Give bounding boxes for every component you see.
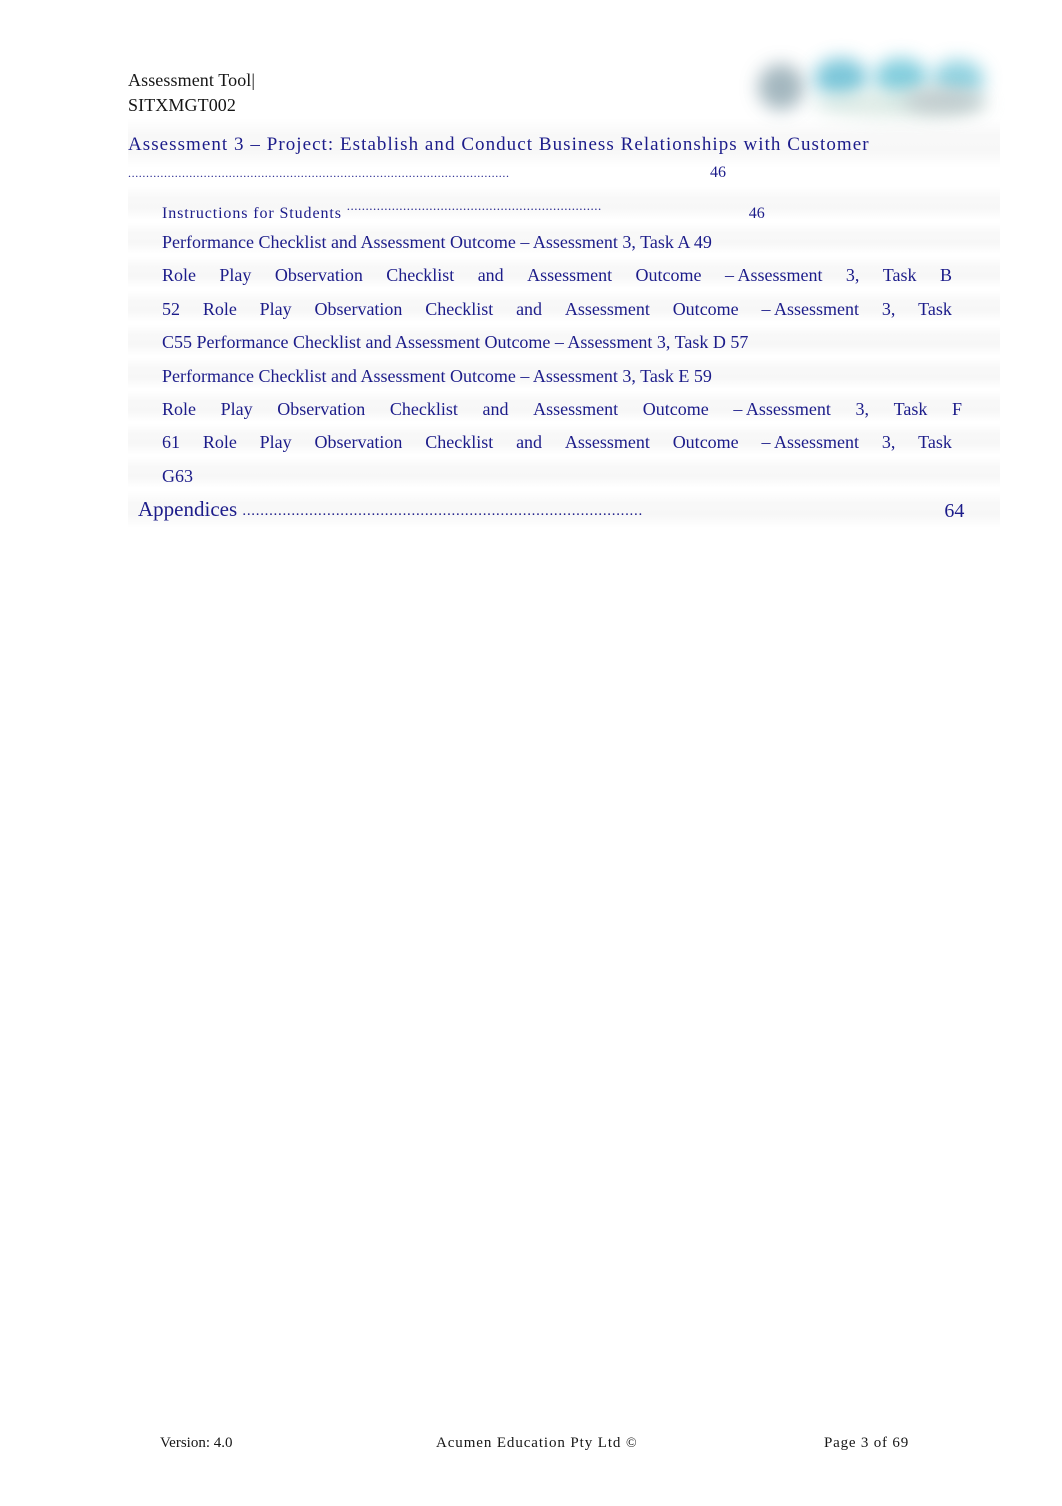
- toc-text-line: Performance Checklist and Assessment Out…: [162, 232, 712, 252]
- document-header: Assessment Tool| SITXMGT002: [128, 68, 688, 118]
- toc-text-segment: Task: [918, 432, 952, 453]
- toc-text-segment: – Assessment: [761, 432, 859, 453]
- leader-dots: ........................................…: [346, 198, 602, 213]
- toc-text-segment: 52: [162, 298, 180, 319]
- toc-text-line: 61 Role Play Observation Checklist and Assessm…: [162, 426, 952, 459]
- toc-text-segment: Role: [162, 265, 196, 286]
- toc-entry-block: Performance Checklist and Assessment Out…: [162, 226, 962, 493]
- toc-text-segment: Task: [882, 265, 917, 286]
- toc-text-segment: Outcome: [672, 298, 739, 319]
- toc-entry-heading-1-leader-row: ........................................…: [128, 162, 1008, 184]
- toc-text-segment: Observation: [277, 398, 366, 419]
- toc-entry-heading-1-title[interactable]: Assessment 3 – Project: Establish and Co…: [128, 132, 1008, 158]
- toc-page-number: 46: [710, 164, 726, 181]
- toc-text-line: G63: [162, 465, 193, 486]
- header-title-line: Assessment Tool|: [128, 70, 256, 90]
- toc-text-segment: Assessment: [527, 265, 613, 286]
- toc-text-segment: 3,: [855, 398, 870, 419]
- toc-text-segment: – Assessment: [724, 265, 823, 286]
- footer-page-number: Page 3 of 69: [824, 1435, 910, 1451]
- toc-text-segment: Task: [893, 398, 928, 419]
- toc-text-line: Role Play Observation Checklist and Assessmen…: [162, 259, 952, 292]
- toc-text-segment: Role: [202, 298, 237, 319]
- toc-text-segment: Checklist: [389, 398, 458, 419]
- toc-text-segment: Checklist: [386, 265, 455, 286]
- toc-entry-label: Instructions for Students: [162, 205, 342, 222]
- toc-page-number: 64: [944, 500, 965, 523]
- toc-text-segment: Outcome: [635, 265, 702, 286]
- toc-text-segment: F: [951, 398, 962, 419]
- toc-text-segment: Checklist: [425, 298, 494, 319]
- toc-text-segment: Role: [202, 432, 237, 453]
- toc-text-segment: and: [482, 398, 509, 419]
- leader-dots: ........................................…: [242, 503, 643, 520]
- toc-text-segment: and: [477, 265, 504, 286]
- toc-text-segment: Play: [259, 298, 292, 319]
- toc-text-line: Performance Checklist and Assessment Out…: [162, 365, 712, 386]
- toc-text-segment: Assessment: [564, 298, 650, 319]
- leader-dots: ........................................…: [128, 166, 510, 180]
- header-unit-code: SITXMGT002: [128, 95, 236, 115]
- document-footer: Version: 4.0 Acumen Education Pty Ltd © …: [0, 1430, 1062, 1456]
- toc-text-segment: 3,: [845, 265, 860, 286]
- toc-text-line: Role Play Observation Checklist and Assessmen…: [162, 393, 962, 426]
- toc-text-line: 52 Role Play Observation Checklist and Assessm…: [162, 293, 952, 326]
- toc-text-segment: Assessment: [564, 432, 650, 453]
- toc-text-segment: Play: [220, 398, 253, 419]
- toc-entry-instructions-for-students[interactable]: Instructions for Students ..............…: [162, 194, 1022, 226]
- toc-text-segment: Assessment: [533, 398, 619, 419]
- toc-text-segment: B: [939, 265, 952, 286]
- toc-text-line: C55 Performance Checklist and Assessment…: [162, 332, 749, 353]
- toc-text-segment: Task: [918, 298, 952, 319]
- toc-text-segment: 3,: [881, 432, 896, 453]
- toc-text-segment: Role: [162, 398, 196, 419]
- document-page: Assessment Tool| SITXMGT002 Assessment 3…: [0, 0, 1062, 1506]
- toc-entry-appendices[interactable]: Appendices .............................…: [138, 494, 1008, 526]
- toc-text-segment: 3,: [881, 298, 896, 319]
- copyright-icon: ©: [625, 1436, 638, 1451]
- footer-organisation-name: Acumen Education Pty Ltd: [436, 1435, 622, 1451]
- toc-text-segment: Play: [259, 432, 292, 453]
- toc-text-segment: Checklist: [425, 432, 494, 453]
- toc-text-segment: – Assessment: [761, 298, 859, 319]
- footer-version: Version: 4.0: [160, 1435, 233, 1451]
- acumen-education-logo-icon: [752, 52, 992, 122]
- toc-text-segment: 61: [162, 432, 180, 453]
- toc-text-segment: and: [516, 432, 543, 453]
- toc-text-segment: Outcome: [672, 432, 739, 453]
- toc-text-segment: Outcome: [642, 398, 709, 419]
- toc-text-segment: Observation: [314, 432, 403, 453]
- toc-page-number: 46: [748, 205, 765, 222]
- footer-organisation: Acumen Education Pty Ltd ©: [436, 1430, 638, 1457]
- toc-text-segment: Observation: [274, 265, 363, 286]
- toc-text-segment: Observation: [314, 298, 403, 319]
- toc-text-segment: and: [516, 298, 543, 319]
- toc-text-segment: Play: [219, 265, 252, 286]
- toc-entry-label: Appendices: [138, 497, 238, 521]
- toc-text-segment: – Assessment: [733, 398, 831, 419]
